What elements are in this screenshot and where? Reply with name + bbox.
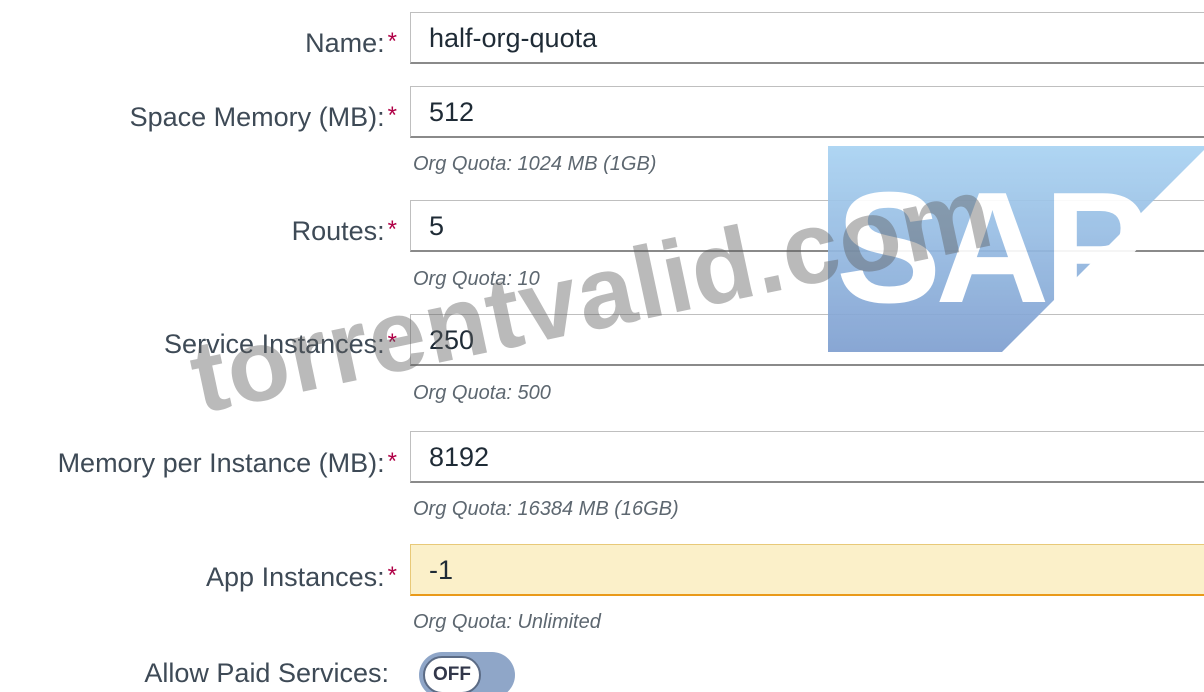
required-marker: * xyxy=(387,216,397,243)
required-marker: * xyxy=(387,28,397,55)
logo-text: SAP xyxy=(836,160,1143,336)
quota-form-page: Name: * half-org-quota Space Memory (MB):… xyxy=(0,0,1204,692)
routes-label: Routes: * xyxy=(291,216,397,246)
sap-logo: SAP ® xyxy=(828,146,1204,352)
toggle-knob: OFF xyxy=(423,656,481,692)
memory-per-instance-hint: Org Quota: 16384 MB (16GB) xyxy=(413,498,679,520)
required-marker: * xyxy=(387,562,397,589)
allow-paid-services-label: Allow Paid Services: xyxy=(144,658,389,688)
memory-per-instance-input[interactable]: 8192 xyxy=(410,431,1204,483)
app-instances-input[interactable]: -1 xyxy=(410,544,1204,596)
name-label: Name: * xyxy=(305,28,397,58)
routes-hint: Org Quota: 10 xyxy=(413,268,540,290)
space-memory-input[interactable]: 512 xyxy=(410,86,1204,138)
name-input[interactable]: half-org-quota xyxy=(410,12,1204,64)
service-instances-hint: Org Quota: 500 xyxy=(413,382,551,404)
memory-per-instance-label: Memory per Instance (MB): * xyxy=(57,448,397,478)
required-marker: * xyxy=(387,329,397,356)
required-marker: * xyxy=(387,448,397,475)
logo-registered-mark: ® xyxy=(1080,321,1108,352)
space-memory-label: Space Memory (MB): * xyxy=(129,102,397,132)
space-memory-hint: Org Quota: 1024 MB (1GB) xyxy=(413,153,657,175)
app-instances-hint: Org Quota: Unlimited xyxy=(413,611,601,633)
app-instances-label: App Instances: * xyxy=(206,562,397,592)
required-marker: * xyxy=(387,102,397,129)
service-instances-label: Service Instances: * xyxy=(164,329,397,359)
allow-paid-services-toggle[interactable]: OFF xyxy=(419,652,515,692)
